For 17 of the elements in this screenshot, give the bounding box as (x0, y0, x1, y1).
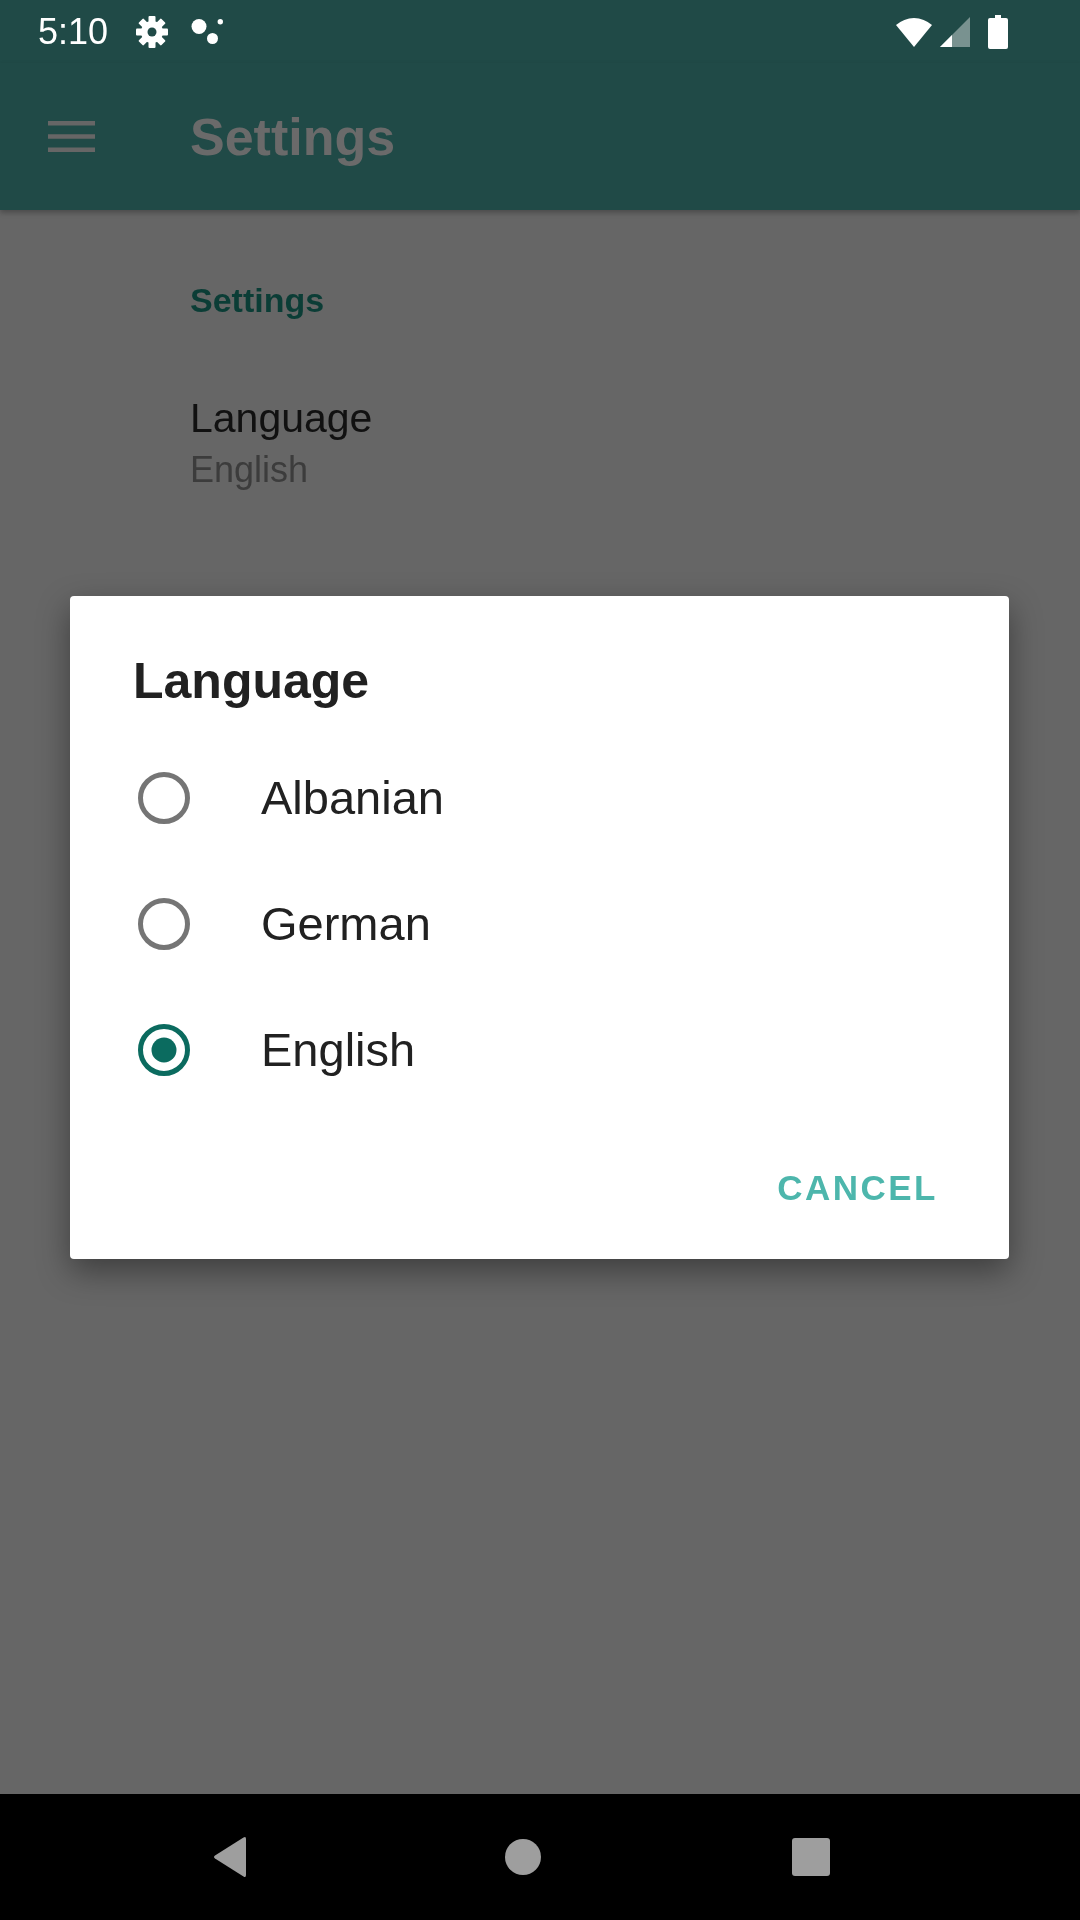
wifi-icon (895, 16, 933, 47)
dialog-title: Language (133, 652, 371, 711)
radio-button[interactable] (138, 898, 190, 950)
back-icon[interactable] (213, 1836, 248, 1878)
battery-icon (988, 14, 1008, 49)
app-bar-title: Settings (190, 106, 396, 168)
signal-icon (940, 16, 970, 47)
dots-icon (191, 19, 224, 44)
radio-button[interactable] (138, 772, 190, 824)
category-header: Settings (190, 280, 326, 320)
option-label[interactable]: English (261, 1022, 416, 1078)
status-time: 5:10 (38, 10, 109, 53)
gear-icon (136, 15, 169, 48)
home-icon[interactable] (505, 1839, 541, 1875)
radio-button[interactable] (138, 1024, 190, 1076)
option-label[interactable]: Albanian (261, 770, 444, 826)
option-label[interactable]: German (261, 896, 431, 952)
